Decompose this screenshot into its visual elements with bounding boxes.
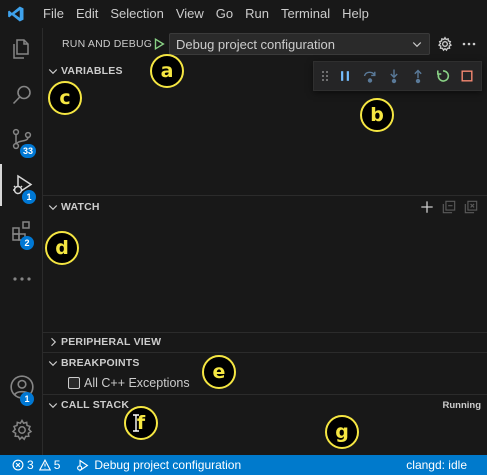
pause-button[interactable]: [335, 65, 356, 87]
title-bar: File Edit Selection View Go Run Terminal…: [0, 0, 487, 28]
debug-launch-config-item[interactable]: Debug project configuration: [76, 458, 241, 472]
callout-a: a: [150, 54, 184, 88]
menu-selection[interactable]: Selection: [104, 0, 169, 28]
menu-terminal[interactable]: Terminal: [275, 0, 336, 28]
warning-icon: [38, 459, 51, 471]
debug-alt-icon: [77, 459, 89, 471]
activity-explorer[interactable]: [0, 28, 43, 70]
breakpoints-title: BREAKPOINTS: [61, 357, 140, 369]
account-badge: 1: [20, 392, 34, 406]
restart-icon: [436, 70, 449, 82]
settings-gear-icon: [437, 36, 453, 52]
activity-extensions[interactable]: 2: [0, 210, 43, 252]
sidebar-title: RUN AND DEBUG: [62, 38, 153, 50]
activity-accounts[interactable]: 1: [0, 366, 43, 408]
activity-more[interactable]: [0, 258, 43, 300]
source-control-badge: 33: [20, 144, 37, 158]
chevron-down-icon: [409, 36, 425, 52]
step-over-button[interactable]: [359, 65, 380, 87]
callout-b: b: [360, 98, 394, 132]
remove-all-expressions-button[interactable]: [461, 197, 481, 217]
breakpoints-section-header[interactable]: BREAKPOINTS: [43, 353, 487, 373]
drag-handle-icon[interactable]: [318, 65, 332, 87]
callout-d: d: [45, 231, 79, 265]
problems-indicator[interactable]: 3 5: [12, 458, 60, 472]
callout-f: f: [124, 406, 158, 440]
callout-c: c: [48, 81, 82, 115]
start-debugging-button[interactable]: [151, 36, 167, 52]
language-server-status[interactable]: clangd: idle: [406, 458, 467, 472]
menu-file[interactable]: File: [37, 0, 70, 28]
error-count: 3: [27, 458, 34, 472]
chevron-down-icon: [45, 63, 61, 79]
breakpoint-checkbox[interactable]: [68, 377, 80, 389]
extensions-badge: 2: [20, 236, 34, 250]
vscode-logo-icon: [2, 0, 30, 28]
run-debug-badge: 1: [22, 190, 36, 204]
collapse-all-icon: [442, 200, 456, 214]
step-out-button[interactable]: [408, 65, 429, 87]
peripheral-view-section-header[interactable]: PERIPHERAL VIEW: [43, 332, 487, 352]
watch-actions: [415, 197, 481, 217]
menu-edit[interactable]: Edit: [70, 0, 104, 28]
activity-manage[interactable]: [0, 409, 43, 451]
run-debug-sidebar: RUN AND DEBUG Debug project configuratio…: [43, 28, 487, 455]
more-actions-button[interactable]: [461, 36, 477, 52]
menu-help[interactable]: Help: [336, 0, 375, 28]
step-into-icon: [390, 69, 398, 84]
pause-icon: [341, 71, 350, 81]
menu-bar: File Edit Selection View Go Run Terminal…: [37, 0, 375, 28]
more-icon: [12, 277, 31, 281]
plus-icon: [421, 201, 433, 213]
stop-icon: [461, 70, 473, 82]
restart-button[interactable]: [432, 65, 453, 87]
status-bar: 3 5 Debug project configuration clangd: …: [0, 455, 487, 475]
step-out-icon: [414, 69, 423, 84]
step-into-button[interactable]: [383, 65, 404, 87]
debug-configuration-value: Debug project configuration: [176, 36, 335, 52]
watch-title: WATCH: [61, 201, 100, 213]
chevron-right-icon: [45, 334, 61, 350]
call-stack-section-header[interactable]: CALL STACK: [43, 395, 487, 415]
chevron-down-icon: [45, 355, 61, 371]
gear-icon: [11, 419, 32, 441]
variables-title: VARIABLES: [61, 65, 123, 77]
menu-view[interactable]: View: [170, 0, 210, 28]
open-launch-json-button[interactable]: [437, 36, 453, 52]
text-cursor-icon: [133, 414, 139, 432]
collapse-all-button[interactable]: [439, 197, 459, 217]
activity-run-debug[interactable]: 1: [0, 164, 43, 206]
callout-g: g: [325, 415, 359, 449]
status-bar-right: clangd: idle: [406, 455, 467, 475]
menu-run[interactable]: Run: [239, 0, 275, 28]
stop-button[interactable]: [457, 65, 478, 87]
step-over-icon: [363, 71, 376, 83]
launch-config-label: Debug project configuration: [94, 458, 242, 472]
breakpoint-item[interactable]: All C++ Exceptions: [68, 374, 190, 392]
activity-bar: 33 1 2 1: [0, 28, 43, 455]
chevron-down-icon: [45, 199, 61, 215]
explorer-icon: [12, 39, 29, 59]
remove-all-icon: [464, 200, 478, 214]
search-icon: [12, 85, 31, 105]
debug-toolbar: [313, 61, 482, 91]
peripheral-view-title: PERIPHERAL VIEW: [61, 336, 162, 348]
activity-source-control[interactable]: 33: [0, 118, 43, 160]
call-stack-title: CALL STACK: [61, 399, 130, 411]
ellipsis-icon: [462, 42, 476, 46]
debug-configuration-select[interactable]: Debug project configuration: [169, 33, 430, 55]
call-stack-status: Running: [442, 400, 481, 411]
error-icon: [12, 459, 24, 471]
menu-go[interactable]: Go: [210, 0, 239, 28]
activity-search[interactable]: [0, 74, 43, 116]
callout-e: e: [202, 355, 236, 389]
warning-count: 5: [53, 458, 61, 472]
watch-section-header[interactable]: WATCH: [43, 197, 487, 217]
chevron-down-icon: [45, 397, 61, 413]
section-divider: [43, 195, 487, 196]
add-expression-button[interactable]: [417, 197, 437, 217]
breakpoint-label: All C++ Exceptions: [84, 376, 190, 390]
play-icon: [154, 37, 165, 51]
